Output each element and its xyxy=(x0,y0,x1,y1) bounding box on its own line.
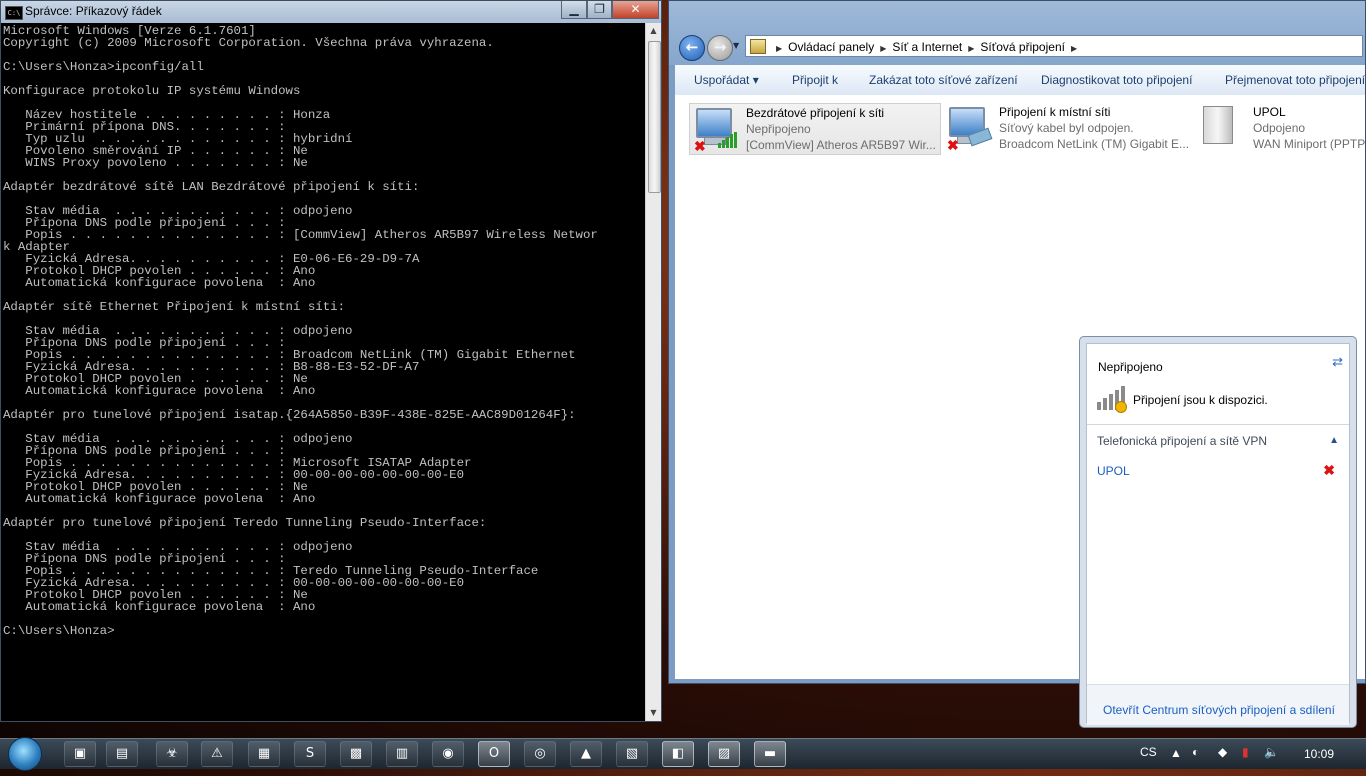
signal-bar xyxy=(1097,402,1101,410)
forward-arrow-icon[interactable]: → xyxy=(707,35,733,61)
connection-device: WAN Miniport (PPTP xyxy=(1253,137,1365,151)
signal-bar xyxy=(718,143,721,148)
photo-icon[interactable]: ◧ xyxy=(662,741,694,767)
explorer-header: ← → ▼ ▶ Ovládací panely ▶ Síť a Internet ▶ Sí… xyxy=(669,1,1365,65)
connection-tile-wireless[interactable]: ✖ Bezdrátové připojení k síti Nepřipojen… xyxy=(689,103,941,155)
connection-name: UPOL xyxy=(1253,105,1286,119)
breadcrumb-item[interactable]: Ovládací panely xyxy=(788,40,874,54)
opera-icon[interactable]: O xyxy=(478,741,510,767)
refresh-icon[interactable]: ⇄ xyxy=(1332,354,1343,370)
breadcrumb: ▶ Ovládací panely ▶ Síť a Internet ▶ Síťová p… xyxy=(770,40,1083,54)
breadcrumb-separator-icon[interactable]: ▶ xyxy=(880,44,886,53)
divider xyxy=(1087,424,1349,425)
cmd-icon[interactable]: ▬ xyxy=(754,741,786,767)
back-arrow-icon[interactable]: ← xyxy=(679,35,705,61)
history-dropdown-icon[interactable]: ▼ xyxy=(733,41,739,50)
dialup-vpn-section-header[interactable]: Telefonická připojení a sítě VPN xyxy=(1097,434,1267,448)
open-network-center-link[interactable]: Otevřít Centrum síťových připojení a sdí… xyxy=(1103,703,1335,717)
document-icon[interactable]: ▥ xyxy=(386,741,418,767)
network-tray-icon[interactable]: ▮ xyxy=(1242,745,1249,775)
vlc-icon[interactable]: ▲ xyxy=(570,741,602,767)
signal-bar xyxy=(722,140,725,148)
firefox-icon[interactable]: ◎ xyxy=(524,741,556,767)
scroll-up-arrow-icon[interactable]: ▲ xyxy=(646,23,661,39)
signal-bar xyxy=(1109,394,1113,410)
cmd-window-title: Správce: Příkazový řádek xyxy=(25,4,162,18)
signal-bar xyxy=(726,137,729,148)
start-button[interactable] xyxy=(8,737,42,771)
connection-device: Broadcom NetLink (TM) Gigabit E... xyxy=(999,137,1190,151)
computer-icon[interactable]: ▣ xyxy=(64,741,96,767)
network-flyout-panel: Nepřipojeno ⇄ Připojení jsou k dispozici… xyxy=(1086,343,1350,725)
breadcrumb-separator-icon[interactable]: ▶ xyxy=(776,44,782,53)
organize-button[interactable]: Uspořádat ▾ xyxy=(694,73,759,87)
network-icon[interactable]: ▨ xyxy=(708,741,740,767)
console-scrollbar[interactable]: ▲ ▼ xyxy=(645,23,661,721)
tray-app-icon[interactable]: ◆ xyxy=(1218,745,1227,775)
cmd-icon: C:\ xyxy=(5,6,23,20)
wifi-signal-icon xyxy=(718,132,738,148)
diagnose-button[interactable]: Diagnostikovat toto připojení xyxy=(1041,73,1192,87)
connection-status: Nepřipojeno xyxy=(746,122,811,136)
folder-icon[interactable]: ▤ xyxy=(106,741,138,767)
address-bar[interactable]: ▶ Ovládací panely ▶ Síť a Internet ▶ Síťová p… xyxy=(745,35,1363,57)
cmd-window[interactable]: C:\ Správce: Příkazový řádek ▁ ❐ ✕ Micro… xyxy=(0,0,662,722)
rename-button[interactable]: Přejmenovat toto připojení xyxy=(1225,73,1365,87)
avast-icon[interactable]: ⚠ xyxy=(201,741,233,767)
volume-icon[interactable]: 🔈 xyxy=(1264,745,1279,775)
console-text: Microsoft Windows [Verze 6.1.7601] Copyr… xyxy=(3,24,598,638)
connection-status: Síťový kabel byl odpojen. xyxy=(999,121,1134,135)
close-button[interactable]: ✕ xyxy=(612,1,659,19)
signal-bar xyxy=(1103,398,1107,410)
breadcrumb-separator-icon[interactable]: ▶ xyxy=(1071,44,1077,53)
disable-device-button[interactable]: Zakázat toto síťové zařízení xyxy=(869,73,1018,87)
scrollbar-thumb[interactable] xyxy=(648,41,661,193)
error-x-icon: ✖ xyxy=(694,138,706,154)
notepad-icon[interactable]: ▧ xyxy=(616,741,648,767)
vpn-server-icon xyxy=(1203,106,1233,144)
connect-to-button[interactable]: Připojit k xyxy=(792,73,838,87)
connection-device: [CommView] Atheros AR5B97 Wir... xyxy=(746,138,936,152)
flyout-footer: Otevřít Centrum síťových připojení a sdí… xyxy=(1087,684,1349,725)
console-output[interactable]: Microsoft Windows [Verze 6.1.7601] Copyr… xyxy=(1,23,645,721)
connection-status: Odpojeno xyxy=(1253,121,1306,135)
vpn-connection-item[interactable]: UPOL xyxy=(1097,464,1130,478)
collapse-chevron-icon[interactable]: ▲ xyxy=(1329,435,1339,446)
network-flyout[interactable]: Nepřipojeno ⇄ Připojení jsou k dispozici… xyxy=(1079,336,1357,728)
breadcrumb-separator-icon[interactable]: ▶ xyxy=(968,44,974,53)
clock[interactable]: 10:09 xyxy=(1304,747,1334,761)
skype-icon[interactable]: S xyxy=(294,741,326,767)
maximize-button[interactable]: ❐ xyxy=(587,1,612,19)
eset-icon[interactable]: ◐ xyxy=(1192,745,1199,775)
language-indicator[interactable]: CS xyxy=(1140,745,1157,759)
control-panel-icon xyxy=(750,39,766,54)
signal-bar xyxy=(734,132,737,148)
show-hidden-icons-icon[interactable]: ▲ xyxy=(1170,746,1182,776)
breadcrumb-item[interactable]: Síť a Internet xyxy=(892,40,962,54)
error-x-icon: ✖ xyxy=(947,137,959,153)
connection-tile-vpn[interactable]: UPOL Odpojeno WAN Miniport (PPTP xyxy=(1197,103,1365,155)
calendar-icon[interactable]: ▩ xyxy=(340,741,372,767)
chrome-icon[interactable]: ◉ xyxy=(432,741,464,767)
minimize-button[interactable]: ▁ xyxy=(561,1,587,19)
connection-tile-lan[interactable]: ✖ Připojení k místní síti Síťový kabel b… xyxy=(943,103,1195,155)
breadcrumb-item[interactable]: Síťová připojení xyxy=(980,40,1065,54)
connections-available-text: Připojení jsou k dispozici. xyxy=(1133,393,1268,407)
connection-name: Bezdrátové připojení k síti xyxy=(746,106,885,120)
picture-icon[interactable]: ▦ xyxy=(248,741,280,767)
disconnected-x-icon: ✖ xyxy=(1323,462,1335,478)
biohazard-icon[interactable]: ☣ xyxy=(156,741,188,767)
available-star-icon xyxy=(1115,401,1127,413)
network-status: Nepřipojeno xyxy=(1098,360,1163,374)
cmd-title-bar[interactable]: C:\ Správce: Příkazový řádek ▁ ❐ ✕ xyxy=(1,1,661,23)
scroll-down-arrow-icon[interactable]: ▼ xyxy=(646,705,661,721)
connection-name: Připojení k místní síti xyxy=(999,105,1111,119)
signal-bar xyxy=(730,134,733,148)
command-bar: Uspořádat ▾ Připojit k Zakázat toto síťo… xyxy=(675,65,1365,96)
taskbar: ▣ ▤ ☣ ⚠ ▦ S ▩ ▥ ◉ O ◎ ▲ ▧ ◧ ▨ ▬ CS ▲ ◐ ◆… xyxy=(0,737,1366,771)
